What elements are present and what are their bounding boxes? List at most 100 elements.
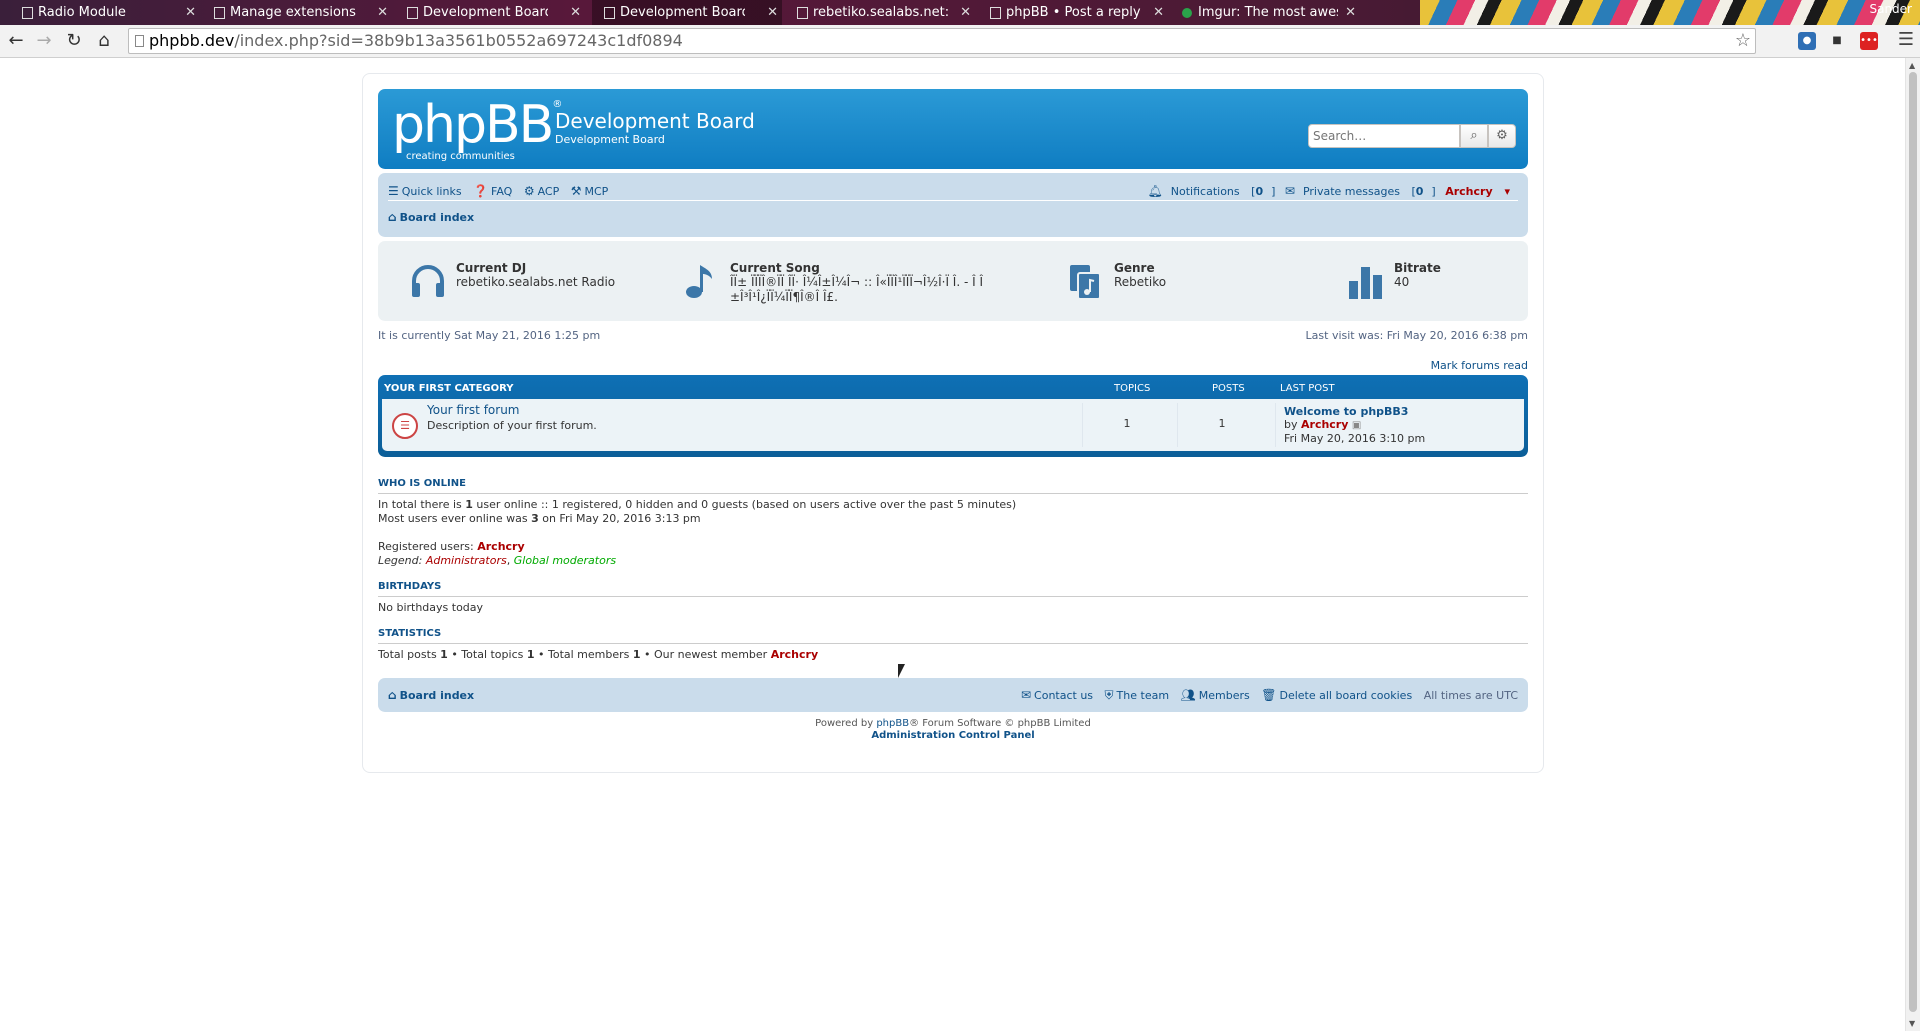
forum-read-icon: ☰ bbox=[392, 413, 418, 439]
breadcrumb: ⌂ Board index bbox=[388, 207, 1518, 227]
close-icon[interactable]: ✕ bbox=[377, 0, 388, 25]
who-is-online: WHO IS ONLINE In total there is 1 user o… bbox=[378, 477, 1528, 568]
notifications-link[interactable]: 🔔︎ Notifications [0] bbox=[1148, 181, 1276, 202]
gavel-icon: ⚒ bbox=[570, 184, 582, 198]
the-team-link[interactable]: ⛨ The team bbox=[1105, 688, 1170, 702]
close-icon[interactable]: ✕ bbox=[767, 0, 778, 25]
header-bar: phpBB® creating communities Development … bbox=[378, 89, 1528, 169]
extension-icon[interactable]: ■ bbox=[1828, 32, 1846, 50]
board-index-link[interactable]: ⌂ Board index bbox=[388, 210, 474, 224]
radio-panel: Current DJ rebetiko.sealabs.net Radio Cu… bbox=[378, 241, 1528, 321]
navbar: ☰ Quick links ❓ FAQ ⚙ ACP ⚒ MCP 🔔︎ Notificati… bbox=[378, 173, 1528, 237]
faq-link[interactable]: ❓ FAQ bbox=[473, 181, 512, 202]
music-note-icon bbox=[686, 265, 712, 298]
extension-icon[interactable]: ••• bbox=[1860, 32, 1878, 50]
members-link[interactable]: 👥︎ Members bbox=[1181, 688, 1250, 702]
last-visit: Last visit was: Fri May 20, 2016 6:38 pm bbox=[1305, 329, 1528, 342]
home-icon: ⌂ bbox=[388, 688, 397, 702]
close-icon[interactable]: ✕ bbox=[185, 0, 196, 25]
browser-tab-strip: Radio Module ✕ Manage extensions ✕ Devel… bbox=[0, 0, 1920, 25]
legend-administrators-link[interactable]: Administrators bbox=[426, 554, 507, 567]
close-icon[interactable]: ✕ bbox=[1345, 0, 1356, 25]
gear-icon[interactable]: ⚙ bbox=[1488, 124, 1516, 148]
home-icon[interactable]: ⌂ bbox=[92, 29, 116, 53]
forum-posts-count: 1 bbox=[1218, 417, 1226, 430]
nav-user-links: 🔔︎ Notifications [0] ✉ Private messages [0… bbox=[1142, 181, 1518, 202]
col-last-post: LAST POST bbox=[1280, 383, 1335, 394]
browser-tab-active[interactable]: Development Board - I ✕ bbox=[592, 0, 782, 25]
view-latest-post-icon[interactable]: ▣ bbox=[1352, 420, 1361, 431]
site-description: Development Board bbox=[555, 133, 665, 146]
quick-links-menu[interactable]: ☰ Quick links bbox=[388, 181, 462, 202]
page-icon bbox=[22, 7, 33, 19]
browser-tab[interactable]: Imgur: The most awes ✕ bbox=[1170, 0, 1360, 25]
search-icon[interactable]: ⌕ bbox=[1460, 124, 1488, 148]
browser-tab[interactable]: Manage extensions ✕ bbox=[202, 0, 392, 25]
delete-cookies-link[interactable]: 🗑︎ Delete all board cookies bbox=[1261, 688, 1412, 702]
birthdays-title: BIRTHDAYS bbox=[378, 580, 1528, 597]
forum-category-header: YOUR FIRST CATEGORY TOPICS POSTS LAST PO… bbox=[382, 379, 1524, 399]
page-icon bbox=[797, 7, 808, 19]
forum-category: YOUR FIRST CATEGORY TOPICS POSTS LAST PO… bbox=[378, 375, 1528, 457]
footer-navbar: ⌂ Board index ✉ Contact us ⛨ The team 👥︎ Mem… bbox=[378, 678, 1528, 712]
mouse-cursor bbox=[898, 664, 905, 678]
footer-links: ✉ Contact us ⛨ The team 👥︎ Members 🗑︎ Delete… bbox=[1013, 678, 1518, 713]
col-topics: TOPICS bbox=[1114, 383, 1151, 394]
acp-footer-link[interactable]: Administration Control Panel bbox=[871, 730, 1034, 741]
profile-name[interactable]: Sander bbox=[1869, 2, 1912, 16]
bar-chart-icon bbox=[1349, 267, 1382, 299]
last-post: Welcome to phpBB3 by Archcry ▣ Fri May 2… bbox=[1284, 405, 1426, 445]
user-menu[interactable]: Archcry ▾ bbox=[1445, 182, 1518, 202]
footer-board-index-link[interactable]: ⌂ Board index bbox=[388, 678, 474, 713]
search-box: ⌕ ⚙ bbox=[1308, 124, 1518, 148]
address-bar[interactable]: phpbb.dev/index.php?sid=38b9b13a3561b055… bbox=[128, 28, 1756, 54]
forum-topics-count: 1 bbox=[1123, 417, 1131, 430]
current-time: It is currently Sat May 21, 2016 1:25 pm bbox=[378, 329, 601, 342]
mark-forums-read-link[interactable]: Mark forums read bbox=[1431, 359, 1528, 372]
birthdays: BIRTHDAYS No birthdays today bbox=[378, 580, 1528, 615]
scroll-thumb[interactable] bbox=[1909, 72, 1917, 1012]
browser-tab[interactable]: Development Board - I ✕ bbox=[395, 0, 585, 25]
menu-icon[interactable]: ☰ bbox=[1898, 29, 1914, 50]
page-icon bbox=[135, 35, 144, 47]
cogs-icon: ⚙ bbox=[523, 184, 535, 198]
browser-toolbar: ← → ↻ ⌂ phpbb.dev/index.php?sid=38b9b13a… bbox=[0, 25, 1920, 58]
forum-row: ☰ Your first forum Description of your f… bbox=[382, 399, 1524, 451]
browser-tab[interactable]: rebetiko.sealabs.net:69 ✕ bbox=[785, 0, 975, 25]
reload-icon[interactable]: ↻ bbox=[62, 29, 86, 53]
mcp-link[interactable]: ⚒ MCP bbox=[571, 181, 609, 202]
scroll-up-icon[interactable]: ▲ bbox=[1909, 61, 1915, 70]
private-messages-link[interactable]: ✉ Private messages [0] bbox=[1285, 181, 1436, 202]
newest-member-link[interactable]: Archcry bbox=[771, 648, 818, 661]
back-icon[interactable]: ← bbox=[4, 29, 28, 53]
extension-icon[interactable]: ● bbox=[1798, 32, 1816, 50]
legend-global-moderators-link[interactable]: Global moderators bbox=[514, 554, 616, 567]
contact-us-link[interactable]: ✉ Contact us bbox=[1021, 688, 1093, 702]
browser-tab[interactable]: phpBB • Post a reply ✕ bbox=[978, 0, 1168, 25]
statistics: STATISTICS Total posts 1 • Total topics … bbox=[378, 627, 1528, 662]
phpbb-link[interactable]: phpBB bbox=[876, 718, 909, 729]
page-icon bbox=[407, 7, 418, 19]
scroll-down-icon[interactable]: ▼ bbox=[1909, 1019, 1915, 1028]
who-is-online-title[interactable]: WHO IS ONLINE bbox=[378, 477, 1528, 494]
headphones-icon bbox=[412, 265, 444, 297]
online-user-link[interactable]: Archcry bbox=[477, 540, 524, 553]
home-icon: ⌂ bbox=[388, 210, 397, 224]
forum-title-link[interactable]: Your first forum bbox=[427, 403, 520, 417]
site-title: Development Board bbox=[555, 109, 755, 133]
close-icon[interactable]: ✕ bbox=[570, 0, 581, 25]
vertical-scrollbar[interactable]: ▲ ▼ bbox=[1905, 58, 1920, 1031]
forward-icon[interactable]: → bbox=[32, 29, 56, 53]
bookmark-star-icon[interactable]: ☆ bbox=[1735, 29, 1751, 53]
question-icon: ❓ bbox=[473, 184, 489, 198]
category-title[interactable]: YOUR FIRST CATEGORY bbox=[384, 379, 514, 399]
site-logo[interactable]: phpBB® creating communities bbox=[392, 99, 562, 162]
last-post-author-link[interactable]: Archcry bbox=[1301, 418, 1348, 431]
close-icon[interactable]: ✕ bbox=[960, 0, 971, 25]
column-divider bbox=[1275, 403, 1276, 447]
close-icon[interactable]: ✕ bbox=[1153, 0, 1164, 25]
search-input[interactable] bbox=[1308, 124, 1460, 148]
acp-link[interactable]: ⚙ ACP bbox=[524, 181, 559, 202]
last-post-title-link[interactable]: Welcome to phpBB3 bbox=[1284, 405, 1408, 418]
browser-tab[interactable]: Radio Module ✕ bbox=[10, 0, 200, 25]
